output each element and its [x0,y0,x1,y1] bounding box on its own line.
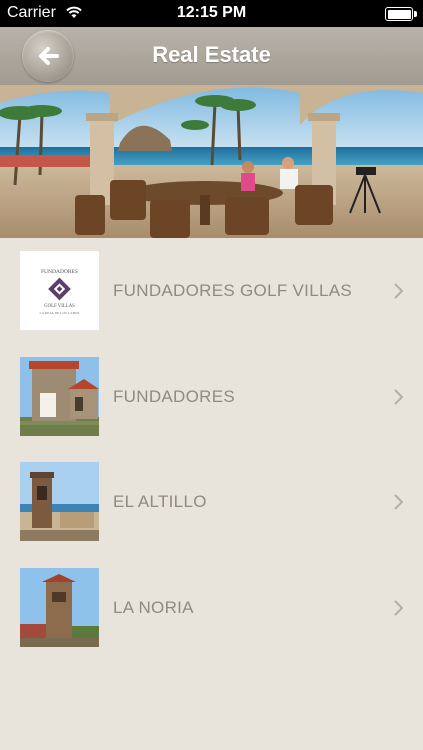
list-item-label: FUNDADORES GOLF VILLAS [113,281,352,300]
fundadores-thumbnail [20,356,99,436]
clock: 12:15 PM [176,4,247,21]
chevron-right-icon [394,599,403,616]
list-item[interactable]: EL ALTILLO [0,449,423,555]
chevron-right-icon [394,283,403,299]
property-list: FUNDADORES GOLF VILLAS LA REAL DE LOS CA… [0,238,423,660]
thumb-text-line2: GOLF VILLAS [44,304,75,309]
hero-image [0,85,423,238]
list-item[interactable]: FUNDADORES [0,344,423,450]
thumb-text-line1: FUNDADORES [41,269,78,275]
fundadores-golf-villas-thumbnail: FUNDADORES GOLF VILLAS LA REAL DE LOS CA… [20,251,99,330]
chevron-right-icon [394,388,403,405]
list-item-label: EL ALTILLO [113,492,207,511]
list-item-label: LA NORIA [113,597,194,617]
list-item[interactable]: FUNDADORES GOLF VILLAS LA REAL DE LOS CA… [0,238,423,344]
status-bar: Carrier 12:15 PM [0,0,423,27]
page-title: Real Estate [152,42,271,67]
battery-icon [385,7,417,21]
el-altillo-thumbnail [20,462,99,541]
list-item-label: FUNDADORES [113,386,236,406]
thumb-text-line3: LA REAL DE LOS CABOS [40,311,80,315]
navigation-bar: Real Estate [0,27,423,86]
chevron-right-icon [394,494,403,510]
list-item[interactable]: LA NORIA [0,555,423,661]
la-noria-thumbnail [20,567,99,647]
